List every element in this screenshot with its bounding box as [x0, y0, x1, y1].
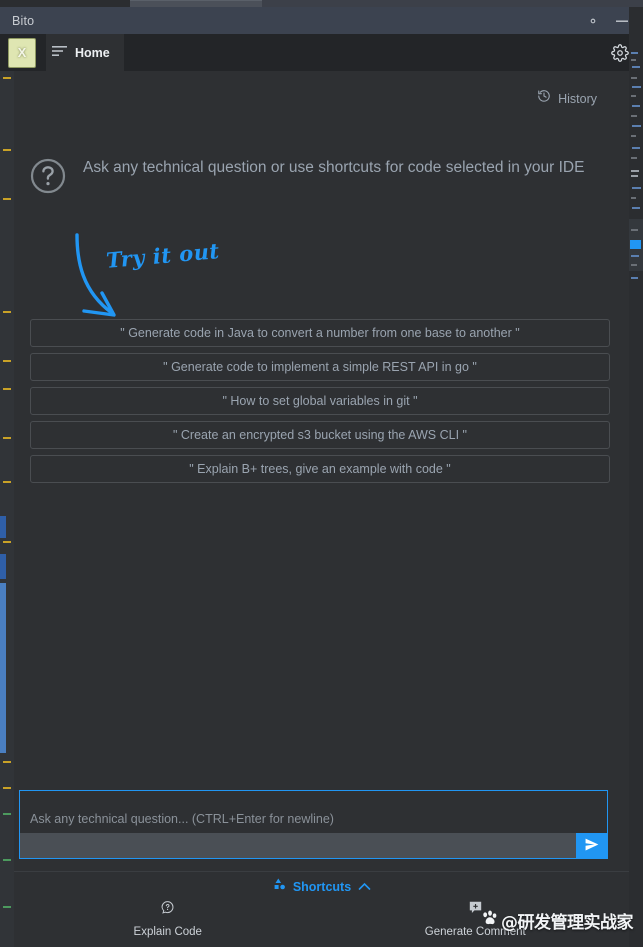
tab-home-label: Home [75, 45, 110, 60]
sliver-segment-right [262, 0, 643, 7]
sliver-segment-left [0, 0, 130, 7]
hero-prompt: Ask any technical question or use shortc… [30, 155, 615, 199]
minimize-icon[interactable] [614, 13, 629, 28]
hero-text: Ask any technical question or use shortc… [83, 159, 585, 176]
suggestion-list: " Generate code in Java to convert a num… [30, 319, 610, 483]
list-lines-icon [52, 44, 67, 62]
bito-logo: X [8, 37, 36, 68]
gear-icon[interactable] [610, 43, 630, 63]
question-input[interactable] [20, 791, 607, 834]
try-it-out-label: Try it out [105, 238, 221, 273]
sliver-segment-middle [130, 0, 262, 7]
gear-icon[interactable] [585, 13, 600, 28]
chevron-up-icon[interactable] [358, 878, 371, 896]
send-paper-plane-icon [584, 837, 599, 855]
background-window-sliver [0, 0, 643, 7]
tab-home[interactable]: Home [46, 34, 124, 71]
history-clock-icon [537, 89, 551, 108]
send-button[interactable] [576, 833, 607, 858]
suggestion-item[interactable]: " How to set global variables in git " [30, 387, 610, 415]
suggestion-item[interactable]: " Create an encrypted s3 bucket using th… [30, 421, 610, 449]
shortcut-explain-code[interactable]: Explain Code [14, 900, 322, 938]
main-content-panel: History Ask any technical question or us… [14, 71, 629, 947]
paw-print-icon [480, 909, 499, 932]
suggestion-item[interactable]: " Explain B+ trees, give an example with… [30, 455, 610, 483]
bito-panel-window: Bito X Home History Ask any technical qu… [0, 0, 643, 947]
watermark: @研发管理实战家 [480, 908, 634, 933]
history-label: History [558, 91, 597, 106]
watermark-text: @研发管理实战家 [501, 913, 634, 933]
window-title: Bito [12, 13, 35, 28]
question-mark-circle-icon [30, 158, 66, 199]
suggestion-item[interactable]: " Generate code in Java to convert a num… [30, 319, 610, 347]
question-bubble-icon [160, 900, 175, 920]
history-button[interactable]: History [537, 89, 597, 108]
editor-gutter-markers [0, 71, 14, 947]
composer-toolbar [20, 833, 607, 858]
shortcuts-toggle[interactable]: Shortcuts [14, 878, 629, 896]
suggestion-item[interactable]: " Generate code to implement a simple RE… [30, 353, 610, 381]
tab-bar: X Home [0, 34, 643, 71]
editor-minimap[interactable] [629, 7, 643, 947]
shortcut-label: Explain Code [133, 926, 202, 938]
shapes-icon [272, 878, 286, 896]
composer [19, 790, 608, 859]
shortcuts-label: Shortcuts [292, 880, 352, 894]
title-bar: Bito [0, 7, 643, 34]
